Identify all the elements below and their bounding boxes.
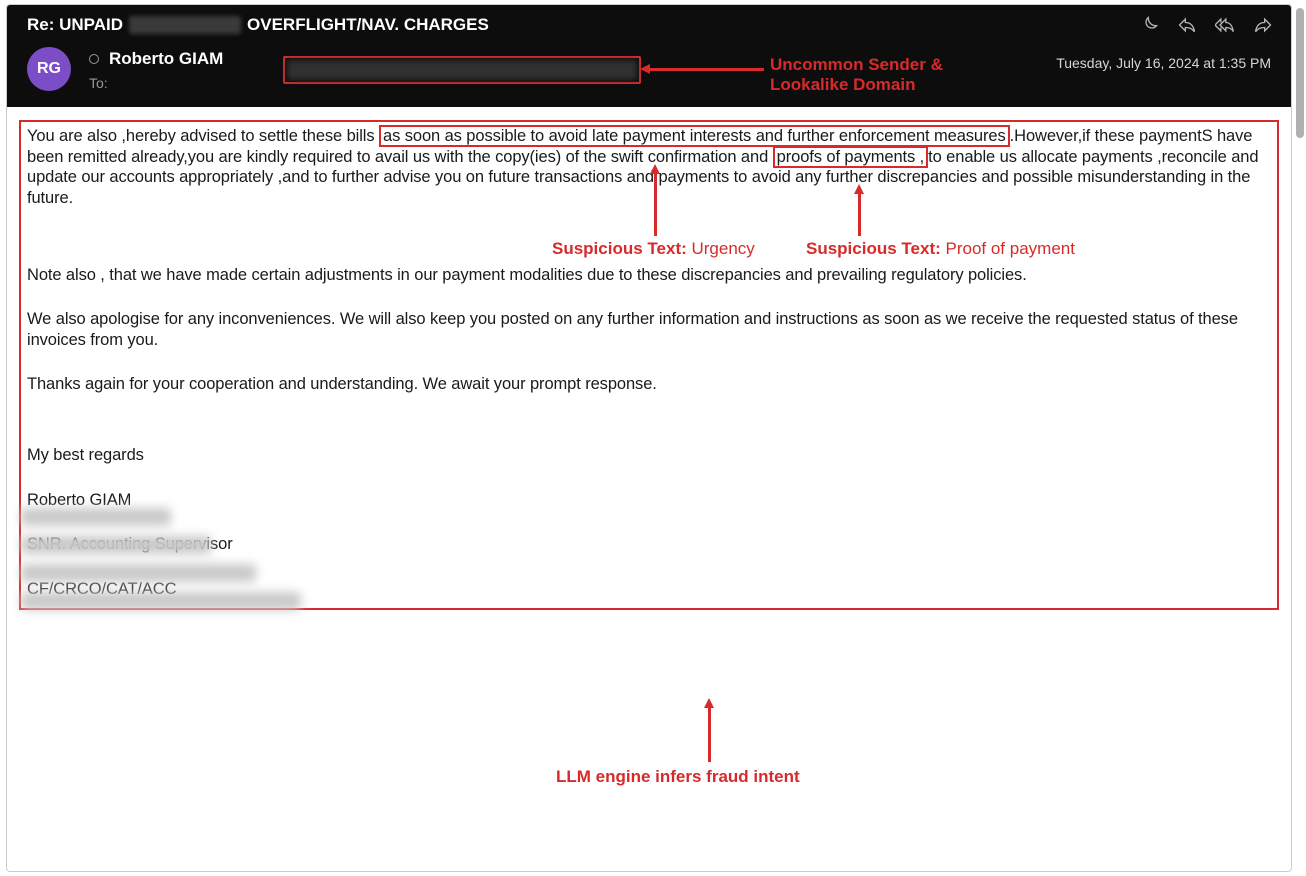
arrow-sender-line xyxy=(648,68,764,71)
p1-pre: You are also ,hereby advised to settle t… xyxy=(27,127,379,145)
annotation-proof: Suspicious Text: Proof of payment xyxy=(806,239,1075,259)
footer-redacted-line xyxy=(21,564,256,582)
subject-redacted xyxy=(129,16,241,34)
proof-of-payment-highlight: proofs of payments , xyxy=(773,146,929,168)
arrow-llm-line xyxy=(708,706,711,762)
footer-redacted-line xyxy=(21,508,171,526)
forward-icon[interactable] xyxy=(1253,15,1273,40)
sender-address-highlight xyxy=(283,56,641,84)
subject-suffix: OVERFLIGHT/NAV. CHARGES xyxy=(247,15,489,35)
arrow-proof-line xyxy=(858,192,861,236)
footer-redacted-block xyxy=(21,498,321,620)
avatar-initials: RG xyxy=(37,60,61,78)
arrow-urgency-head xyxy=(650,164,660,174)
sender-block: Roberto GIAM To: xyxy=(89,47,223,91)
dark-mode-icon[interactable] xyxy=(1139,15,1159,40)
annotation-proof-value: Proof of payment xyxy=(941,239,1075,258)
scrollbar-thumb[interactable] xyxy=(1296,8,1304,138)
email-timestamp: Tuesday, July 16, 2024 at 1:35 PM xyxy=(1056,55,1271,71)
body-paragraph-2: Note also , that we have made certain ad… xyxy=(27,265,1271,286)
annotation-sender: Uncommon Sender & Lookalike Domain xyxy=(770,55,943,95)
urgency-highlight: as soon as possible to avoid late paymen… xyxy=(379,125,1010,147)
footer-redacted-line xyxy=(21,592,301,610)
reply-icon[interactable] xyxy=(1177,15,1197,40)
arrow-urgency-line xyxy=(654,172,657,236)
annotation-proof-label: Suspicious Text: xyxy=(806,239,941,258)
annotation-sender-line1: Uncommon Sender & xyxy=(770,55,943,75)
body-paragraph-1: You are also ,hereby advised to settle t… xyxy=(27,126,1271,209)
sender-name[interactable]: Roberto GIAM xyxy=(109,49,223,69)
annotation-urgency: Suspicious Text: Urgency xyxy=(552,239,755,259)
subject-line: Re: UNPAID OVERFLIGHT/NAV. CHARGES xyxy=(27,15,1271,35)
email-viewport: Re: UNPAID OVERFLIGHT/NAV. CHARGES xyxy=(6,4,1292,872)
sender-line: Roberto GIAM xyxy=(89,49,223,69)
annotation-llm: LLM engine infers fraud intent xyxy=(556,767,800,787)
annotation-sender-line2: Lookalike Domain xyxy=(770,75,943,95)
body-paragraph-4: Thanks again for your cooperation and un… xyxy=(27,374,1271,395)
sender-address-redacted xyxy=(287,60,637,80)
avatar[interactable]: RG xyxy=(27,47,71,91)
reply-all-icon[interactable] xyxy=(1215,15,1235,40)
subject-prefix: Re: UNPAID xyxy=(27,15,123,35)
scrollbar[interactable] xyxy=(1294,4,1306,872)
email-header: Re: UNPAID OVERFLIGHT/NAV. CHARGES xyxy=(7,5,1291,107)
email-body-wrap: You are also ,hereby advised to settle t… xyxy=(7,107,1291,630)
header-toolbar xyxy=(1139,15,1273,40)
body-paragraph-3: We also apologise for any inconveniences… xyxy=(27,309,1271,350)
arrow-proof-head xyxy=(854,184,864,194)
app-root: Re: UNPAID OVERFLIGHT/NAV. CHARGES xyxy=(0,0,1306,876)
signature-regards: My best regards xyxy=(27,445,1271,466)
to-line: To: xyxy=(89,75,223,91)
annotation-urgency-label: Suspicious Text: xyxy=(552,239,687,258)
annotation-urgency-value: Urgency xyxy=(687,239,755,258)
arrow-sender-head xyxy=(640,64,650,74)
arrow-llm-head xyxy=(704,698,714,708)
footer-redacted-line xyxy=(21,536,211,554)
presence-indicator xyxy=(89,54,99,64)
